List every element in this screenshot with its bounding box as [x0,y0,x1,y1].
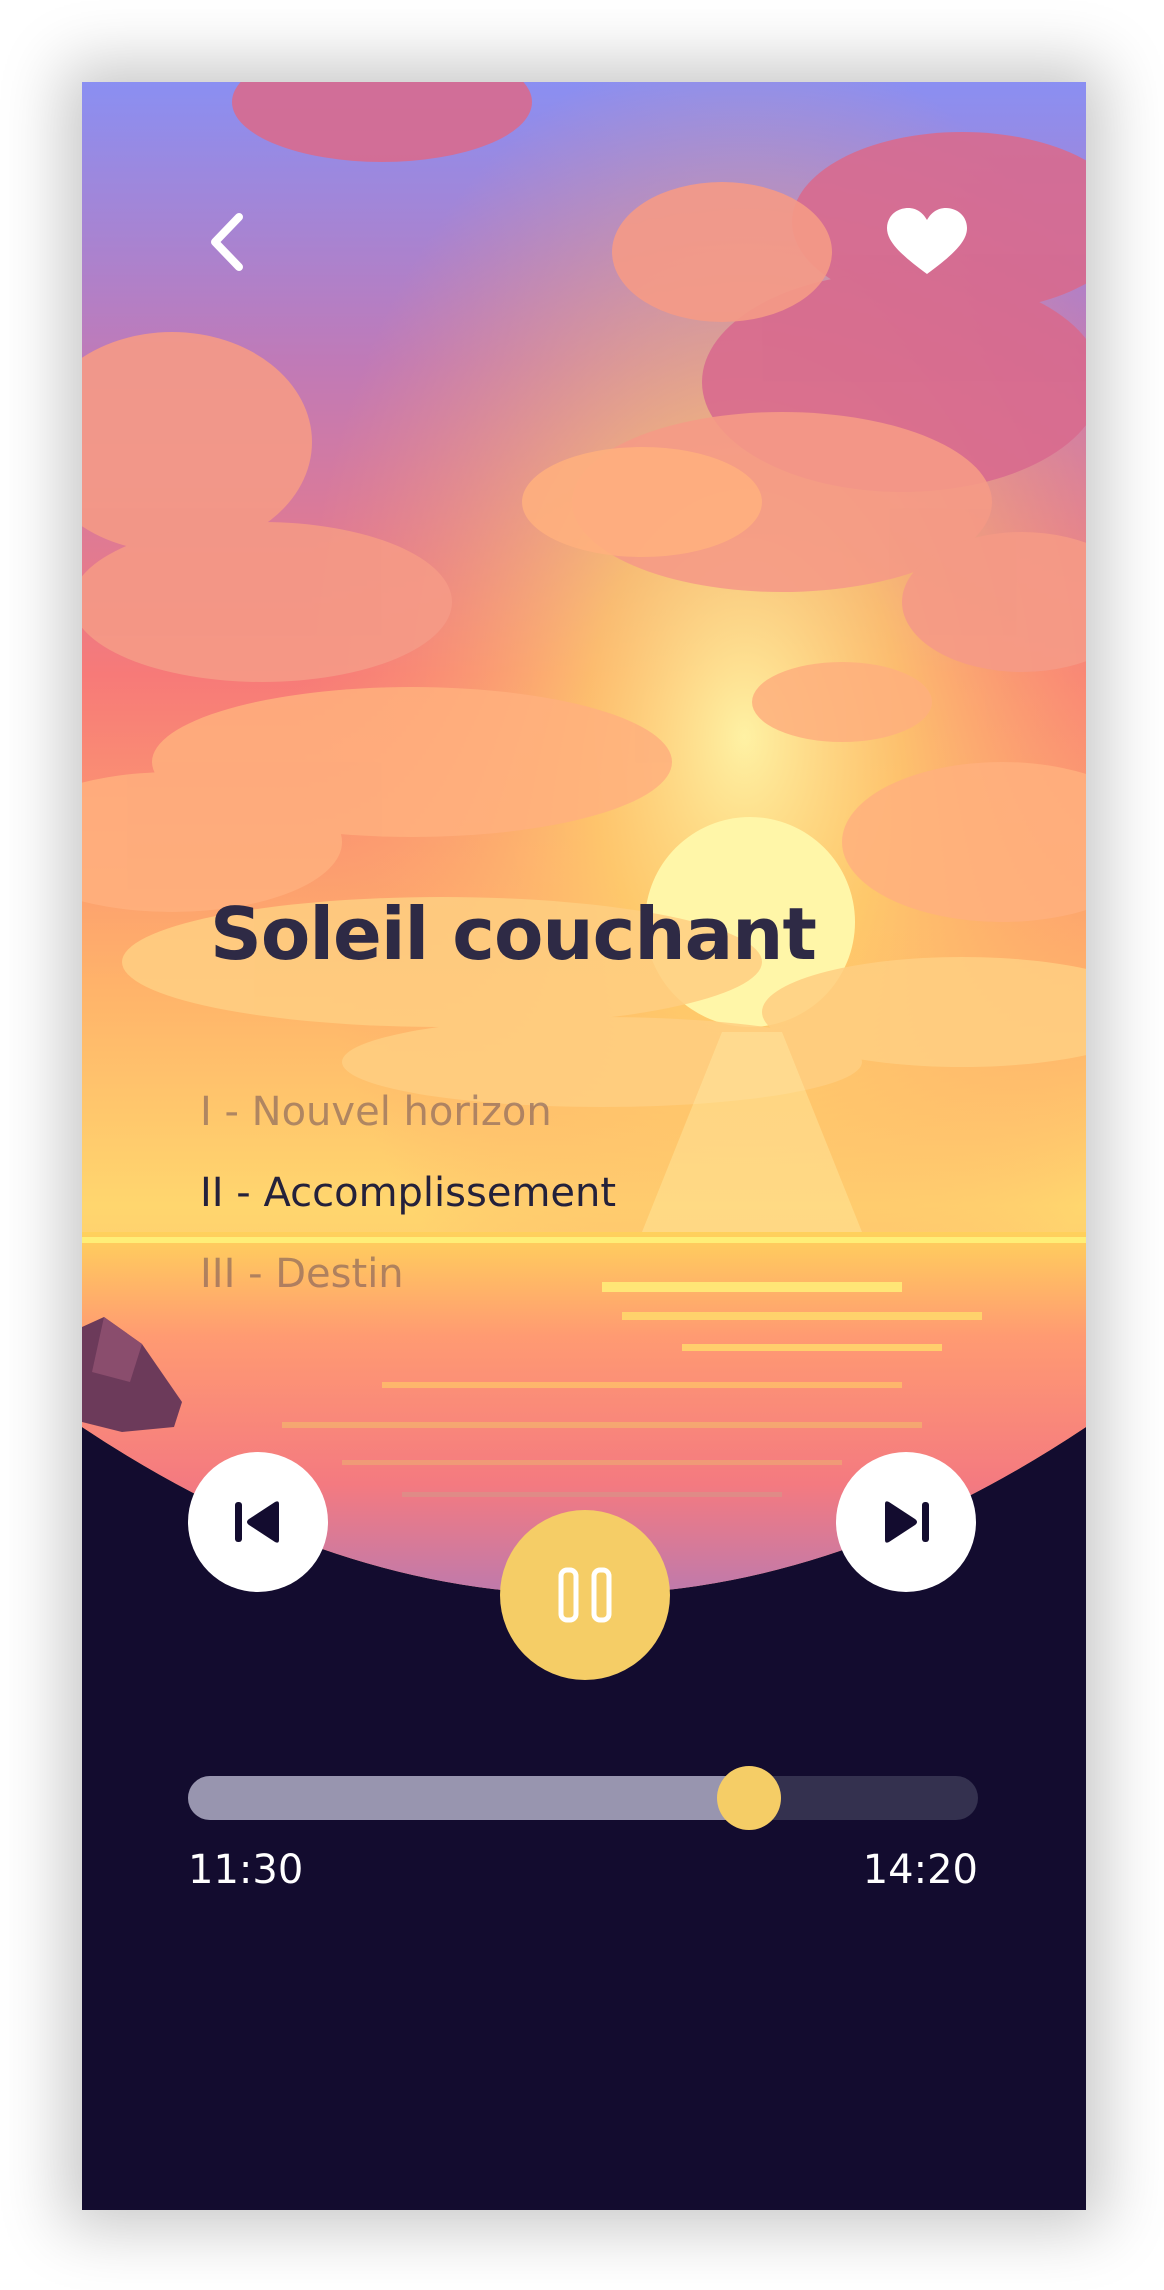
skip-next-icon [885,1501,929,1543]
progress-fill [188,1776,749,1820]
music-player-screen: Soleil couchant I - Nouvel horizon II - … [82,82,1086,2210]
track-title: Soleil couchant [210,892,817,976]
next-button[interactable] [836,1452,976,1592]
favorite-button[interactable] [882,202,972,282]
heart-icon [887,208,967,274]
pause-button[interactable] [500,1510,670,1680]
screen: Soleil couchant I - Nouvel horizon II - … [0,0,1164,2290]
movement-item[interactable]: I - Nouvel horizon [200,1082,616,1163]
chevron-left-icon [211,213,243,271]
movement-item[interactable]: III - Destin [200,1244,616,1325]
movement-item-active[interactable]: II - Accomplissement [200,1163,616,1244]
current-time: 11:30 [188,1847,304,1893]
progress-thumb[interactable] [716,1766,781,1830]
skip-previous-icon [235,1501,279,1543]
total-time: 14:20 [862,1847,978,1893]
movement-list: I - Nouvel horizon II - Accomplissement … [200,1082,616,1325]
sunset-artwork [82,82,1086,1595]
back-button[interactable] [192,202,262,282]
progress-bar[interactable] [188,1766,978,1830]
previous-button[interactable] [188,1452,328,1592]
pause-icon [558,1567,612,1623]
